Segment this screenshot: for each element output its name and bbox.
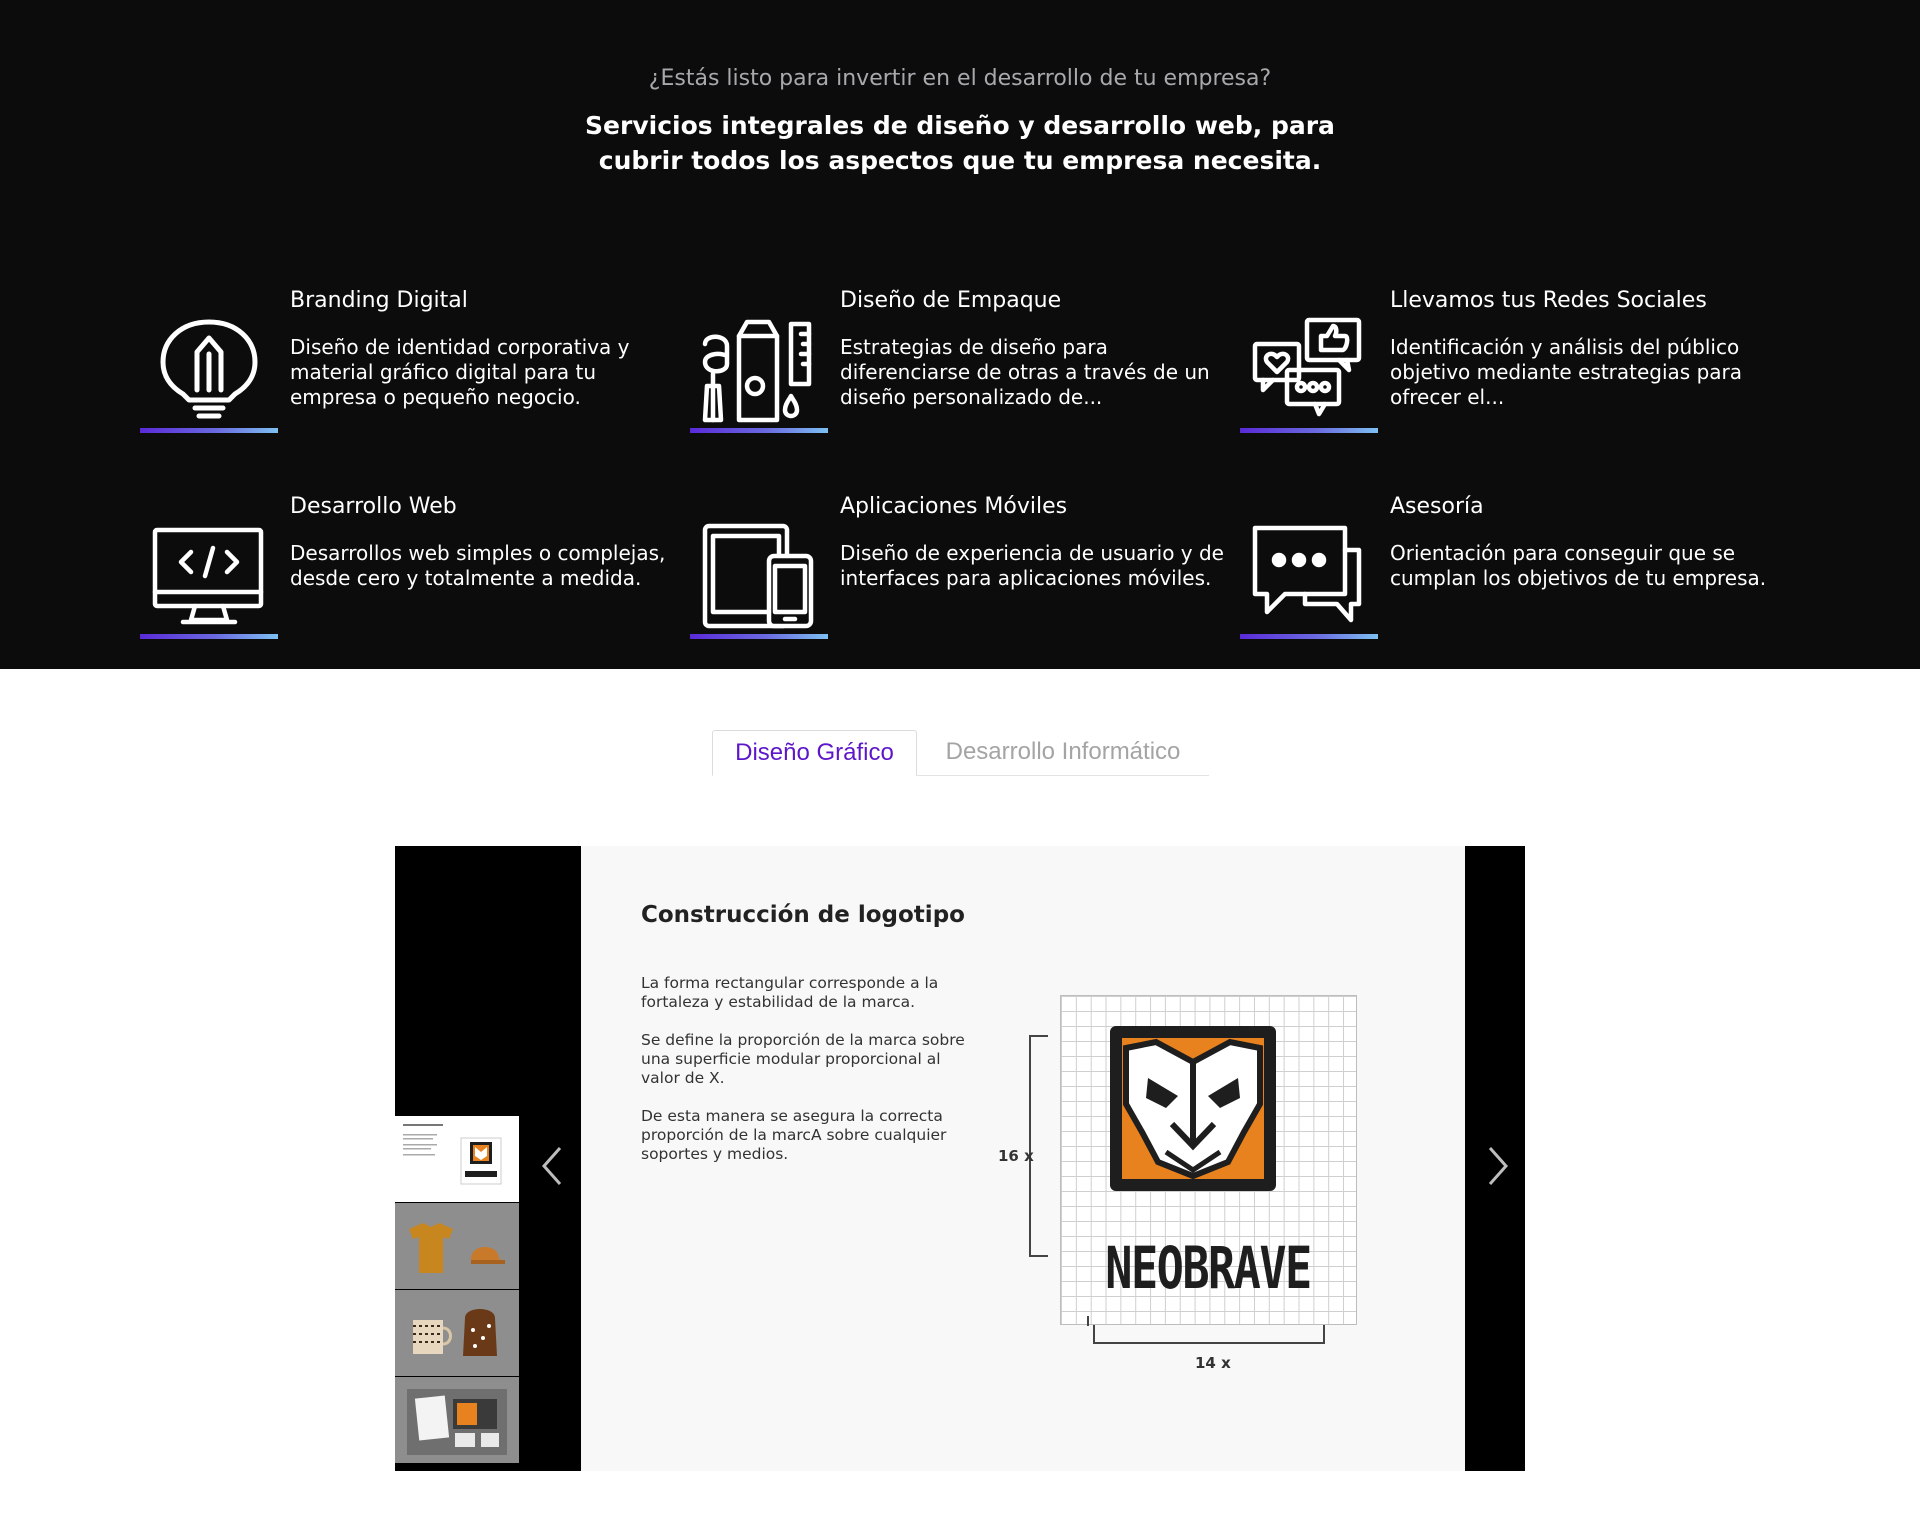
accent-underline (1240, 634, 1378, 639)
service-description: Orientación para conseguir que se cumpla… (1390, 541, 1767, 590)
tab-desarrollo-informatico[interactable]: Desarrollo Informático (917, 730, 1209, 776)
section-title: Servicios integrales de diseño y desarro… (585, 111, 1335, 175)
chevron-left-icon (541, 1147, 562, 1185)
service-title: Asesoría (1390, 494, 1484, 519)
service-description: Estrategias de diseño para diferenciarse… (840, 335, 1210, 409)
height-dimension-label: 16 x (998, 1147, 1034, 1165)
service-card-social[interactable]: Llevamos tus Redes Sociales Identificaci… (1240, 288, 1780, 438)
width-bracket (1093, 1325, 1325, 1344)
accent-underline (140, 428, 278, 433)
lightbulb-icon (140, 310, 278, 434)
accent-underline (1240, 428, 1378, 433)
accent-underline (690, 634, 828, 639)
devices-icon (690, 516, 828, 640)
section-subtitle: ¿Estás listo para invertir en el desarro… (648, 66, 1272, 91)
service-description: Identificación y análisis del público ob… (1390, 335, 1743, 409)
thumbnail-merchandise[interactable] (395, 1290, 519, 1376)
thumbnail-apparel[interactable] (395, 1203, 519, 1289)
monitor-code-icon (140, 516, 278, 640)
service-description: Diseño de experiencia de usuario y de in… (840, 541, 1224, 590)
accent-underline (140, 634, 278, 639)
portfolio-gallery: Construcción de logotipo La forma rectan… (395, 846, 1525, 1471)
packaging-icon (690, 310, 828, 434)
slide-image: Construcción de logotipo La forma rectan… (581, 846, 1465, 1471)
previous-slide-button[interactable] (532, 1136, 572, 1196)
tab-diseno-grafico[interactable]: Diseño Gráfico (712, 730, 917, 776)
chevron-right-icon (1488, 1147, 1509, 1185)
thumbnail-strip[interactable] (395, 846, 519, 1471)
social-media-icon (1240, 310, 1378, 434)
brand-wordmark: NEOBRAVE (1105, 1234, 1312, 1302)
slide-title: Construcción de logotipo (641, 902, 965, 928)
service-card-mobile[interactable]: Aplicaciones Móviles Diseño de experienc… (690, 494, 1230, 644)
service-card-web[interactable]: Desarrollo Web Desarrollos web simples o… (140, 494, 680, 644)
service-title: Branding Digital (290, 288, 468, 313)
portfolio-tabs: Diseño Gráfico Desarrollo Informático (712, 730, 1209, 776)
accent-underline (690, 428, 828, 433)
slide-paragraph: Se define la proporción de la marca sobr… (641, 1031, 965, 1087)
next-slide-button[interactable] (1478, 1136, 1518, 1196)
service-title: Aplicaciones Móviles (840, 494, 1068, 519)
thumbnail-logo-construction[interactable] (395, 1116, 519, 1202)
chat-bubbles-icon (1240, 516, 1378, 640)
slide-paragraph: De esta manera se asegura la correcta pr… (641, 1107, 947, 1163)
service-card-packaging[interactable]: Diseño de Empaque Estrategias de diseño … (690, 288, 1230, 438)
width-dimension-label: 14 x (1195, 1354, 1231, 1372)
service-description: Desarrollos web simples o complejas, des… (290, 541, 666, 590)
service-title: Desarrollo Web (290, 494, 457, 519)
service-description: Diseño de identidad corporativa y materi… (290, 335, 630, 409)
service-card-branding[interactable]: Branding Digital Diseño de identidad cor… (140, 288, 680, 438)
slide-paragraph: La forma rectangular corresponde a la fo… (641, 974, 939, 1011)
thumbnail-stationery[interactable] (395, 1377, 519, 1463)
services-section: ¿Estás listo para invertir en el desarro… (0, 0, 1920, 669)
service-card-consulting[interactable]: Asesoría Orientación para conseguir que … (1240, 494, 1780, 644)
service-title: Diseño de Empaque (840, 288, 1062, 313)
service-title: Llevamos tus Redes Sociales (1390, 288, 1707, 313)
